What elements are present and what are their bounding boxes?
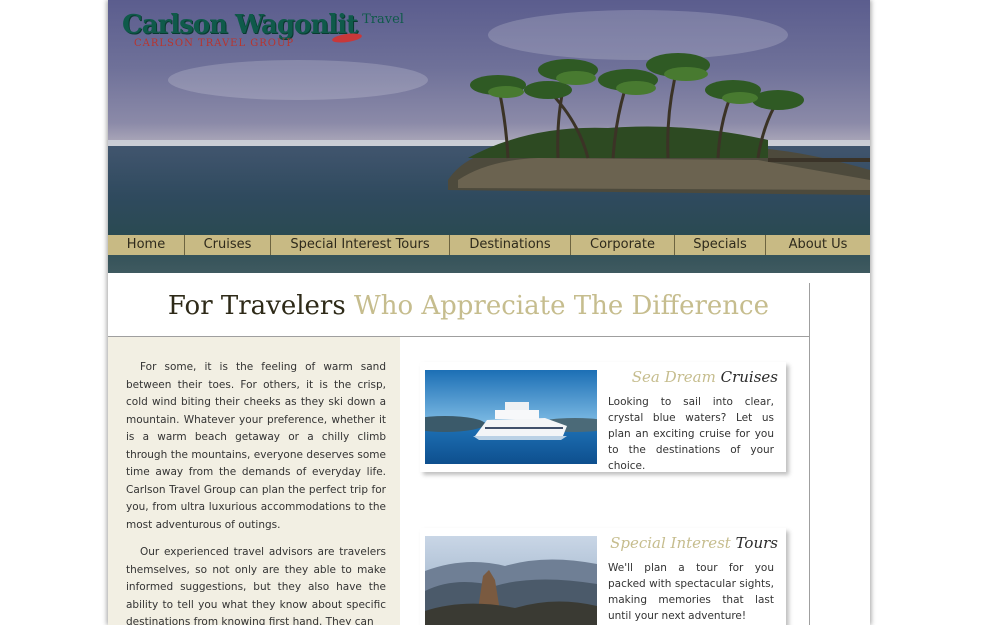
nav-about-us[interactable]: About Us: [766, 235, 870, 255]
tours-card[interactable]: Special Interest Tours We'll plan a tour…: [420, 528, 786, 625]
tours-card-title[interactable]: Special Interest Tours: [610, 534, 778, 552]
cruises-title-light: Sea Dream: [631, 368, 716, 386]
headline-light: Who Appreciate The Difference: [353, 291, 769, 321]
intro-paragraph-1: For some, it is the feeling of warm sand…: [126, 361, 386, 531]
cruises-card-text: Looking to sail into clear, crystal blue…: [608, 396, 774, 472]
cruise-ship-image[interactable]: [425, 370, 597, 464]
nav-special-interest-tours[interactable]: Special Interest Tours: [271, 235, 450, 255]
nav-cruises[interactable]: Cruises: [185, 235, 271, 255]
page-container: Carlson Wagonlit Travel CARLSON TRAVEL G…: [108, 0, 870, 625]
nav-specials[interactable]: Specials: [675, 235, 766, 255]
tours-title-dark: Tours: [735, 534, 778, 552]
nav-corporate[interactable]: Corporate: [571, 235, 675, 255]
cruises-card[interactable]: Sea Dream Cruises Looking to sail into c…: [420, 362, 786, 472]
logo-name: Carlson Wagonlit: [122, 10, 358, 40]
logo-super: Travel: [362, 12, 404, 27]
intro-paragraph-2: Our experienced travel advisors are trav…: [126, 546, 386, 625]
headline-bar: For Travelers Who Appreciate The Differe…: [108, 283, 810, 337]
cruises-card-title[interactable]: Sea Dream Cruises: [632, 368, 778, 386]
brand-logo[interactable]: Carlson Wagonlit Travel CARLSON TRAVEL G…: [122, 10, 404, 49]
nav-destinations[interactable]: Destinations: [450, 235, 571, 255]
header-banner: Carlson Wagonlit Travel CARLSON TRAVEL G…: [108, 0, 870, 273]
intro-column: For some, it is the feeling of warm sand…: [108, 337, 400, 625]
divider: [809, 283, 810, 625]
main-nav: Home Cruises Special Interest Tours Dest…: [108, 235, 870, 255]
cloud: [168, 60, 428, 100]
tours-title-light: Special Interest: [610, 534, 731, 552]
headline-dark: For Travelers: [167, 291, 346, 321]
tours-card-text: We'll plan a tour for you packed with sp…: [608, 562, 774, 622]
page-title: For Travelers Who Appreciate The Differe…: [168, 291, 769, 321]
canyon-image[interactable]: [425, 536, 597, 625]
cruises-title-dark: Cruises: [720, 368, 778, 386]
nav-home[interactable]: Home: [108, 235, 185, 255]
palm-island-image: [448, 53, 870, 195]
